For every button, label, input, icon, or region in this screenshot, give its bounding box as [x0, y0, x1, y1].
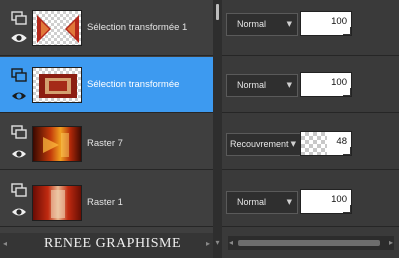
layer-row-selection-transformee-1[interactable]: Sélection transformée 1	[0, 0, 213, 56]
opacity-field[interactable]: 100	[300, 11, 352, 36]
opacity-resize-corner	[343, 147, 351, 155]
blend-mode-value: Recouvrement	[230, 139, 289, 149]
opacity-field[interactable]: 100	[300, 72, 352, 97]
layer-group-icon[interactable]	[11, 68, 27, 82]
properties-row: Normal ▼ 100	[222, 171, 399, 227]
layer-group-icon[interactable]	[11, 11, 27, 25]
opacity-resize-corner	[343, 27, 351, 35]
layer-group-icon[interactable]	[11, 125, 27, 139]
layer-name: Sélection transformée 1	[87, 22, 188, 33]
blend-mode-select[interactable]: Normal ▼	[226, 13, 298, 36]
eye-icon[interactable]	[11, 206, 27, 218]
eye-icon[interactable]	[11, 90, 27, 102]
scrollbar-thumb[interactable]	[238, 240, 380, 246]
layer-properties-panel: Normal ▼ 100 Normal ▼ 100 Recouvrement ▼…	[222, 0, 399, 258]
layer-thumbnail	[32, 67, 82, 103]
layer-group-icon[interactable]	[11, 183, 27, 197]
layer-thumbnail	[32, 185, 82, 221]
blend-mode-value: Normal	[237, 80, 267, 90]
layer-row-raster-7[interactable]: Raster 7	[0, 114, 213, 170]
chevron-down-icon: ▼	[286, 20, 292, 28]
chevron-down-icon: ▼	[286, 198, 292, 206]
blend-mode-select[interactable]: Normal ▼	[226, 74, 298, 97]
opacity-value: 100	[331, 77, 347, 88]
blend-mode-value: Normal	[237, 197, 267, 207]
opacity-resize-corner	[343, 205, 351, 213]
opacity-field[interactable]: 100	[300, 189, 352, 214]
blend-mode-value: Normal	[237, 19, 267, 29]
chevron-down-icon[interactable]: ▾	[214, 238, 221, 248]
chevron-down-icon: ▼	[290, 140, 296, 148]
opacity-value: 100	[331, 16, 347, 27]
layer-row-raster-1[interactable]: Raster 1	[0, 171, 213, 227]
opacity-value: 48	[336, 136, 347, 147]
layer-name: Raster 1	[87, 197, 123, 208]
blend-mode-select[interactable]: Normal ▼	[226, 191, 298, 214]
scroll-right-icon[interactable]: ▸	[389, 236, 393, 250]
properties-row: Normal ▼ 100	[222, 57, 399, 113]
opacity-value: 100	[331, 194, 347, 205]
splitter-grip[interactable]	[216, 4, 219, 20]
watermark: RENEE GRAPHISME	[44, 236, 182, 251]
eye-icon[interactable]	[11, 32, 27, 44]
properties-row: Normal ▼ 100	[222, 0, 399, 56]
layer-name: Raster 7	[87, 138, 123, 149]
horizontal-scrollbar[interactable]: ◂ ▸	[228, 236, 394, 250]
opacity-field[interactable]: 48	[300, 131, 352, 156]
layer-name: Sélection transformée	[87, 79, 180, 90]
opacity-resize-corner	[343, 88, 351, 96]
properties-row: Recouvrement ▼ 48	[222, 114, 399, 170]
blend-mode-select[interactable]: Recouvrement ▼	[226, 133, 302, 156]
scroll-right-icon[interactable]: ▸	[206, 239, 210, 248]
scroll-left-icon[interactable]: ◂	[3, 239, 7, 248]
chevron-down-icon: ▼	[286, 81, 292, 89]
layer-thumbnail	[32, 126, 82, 162]
layer-thumbnail	[32, 10, 82, 46]
eye-icon[interactable]	[11, 148, 27, 160]
layers-panel: Sélection transformée 1 Sélection transf…	[0, 0, 213, 258]
panel-splitter[interactable]: ▾	[213, 0, 222, 258]
scroll-left-icon[interactable]: ◂	[229, 236, 233, 250]
layer-row-selection-transformee[interactable]: Sélection transformée	[0, 57, 213, 113]
